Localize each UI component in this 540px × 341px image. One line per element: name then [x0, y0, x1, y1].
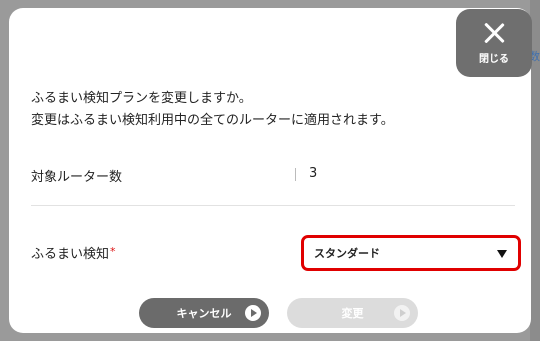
close-button[interactable]: 閉じる — [456, 9, 532, 77]
section-divider — [31, 205, 515, 206]
dialog-message: ふるまい検知プランを変更しますか。 変更はふるまい検知利用中の全てのルーターに適… — [31, 88, 394, 132]
plan-change-dialog: ふるまい検知プランを変更しますか。 変更はふるまい検知利用中の全てのルーターに適… — [9, 8, 531, 333]
change-button-label: 変更 — [341, 307, 364, 320]
required-mark: * — [110, 245, 116, 258]
close-x-icon — [483, 22, 505, 44]
caret-down-icon — [497, 250, 507, 258]
play-arrow-icon — [394, 305, 410, 321]
target-router-count-label: 対象ルーター数 — [31, 170, 123, 185]
message-line-1: ふるまい検知プランを変更しますか。 — [31, 91, 252, 106]
value-separator — [295, 168, 296, 181]
plan-label-text: ふるまい検知 — [31, 247, 110, 262]
plan-select[interactable]: スタンダード — [301, 235, 521, 271]
play-arrow-icon — [245, 305, 261, 321]
plan-field-label: ふるまい検知* — [31, 243, 116, 262]
cancel-button-label: キャンセル — [176, 307, 232, 320]
close-button-label: 閉じる — [479, 53, 509, 65]
target-router-count-value: 3 — [309, 166, 318, 181]
message-line-2: 変更はふるまい検知利用中の全てのルーターに適用されます。 — [31, 113, 394, 128]
plan-select-value: スタンダード — [314, 247, 380, 260]
cancel-button[interactable]: キャンセル — [139, 298, 269, 328]
change-button[interactable]: 変更 — [287, 298, 418, 328]
